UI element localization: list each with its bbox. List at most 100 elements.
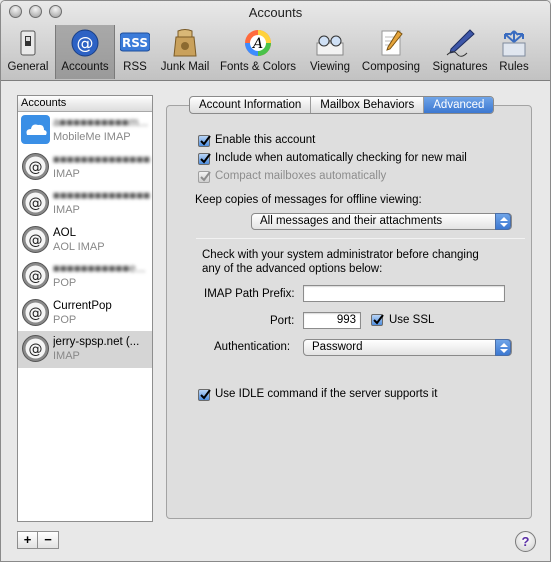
help-button[interactable]: ? xyxy=(515,531,536,552)
popup-arrows-icon xyxy=(495,213,511,230)
toolbar-general[interactable]: General xyxy=(3,25,53,79)
enable-account-checkbox[interactable] xyxy=(198,135,211,147)
account-row[interactable]: @ ■■■■■■■■■■■■■■ IMAP xyxy=(18,185,152,222)
tab-mailbox-behaviors[interactable]: Mailbox Behaviors xyxy=(310,97,423,113)
accounts-list-header: Accounts xyxy=(18,96,152,112)
toolbar-accounts[interactable]: @ Accounts xyxy=(55,25,115,79)
svg-text:RSS: RSS xyxy=(122,36,148,50)
toolbar-general-label: General xyxy=(7,61,49,73)
account-name: CurrentPop xyxy=(53,299,112,312)
junk-bag-icon xyxy=(173,29,197,57)
account-row[interactable]: @ ■■■■■■■■■■■e... POP xyxy=(18,258,152,295)
account-name: ■■■■■■■■■■■■■■ xyxy=(53,190,151,202)
account-type: IMAP xyxy=(53,167,80,180)
toolbar-fonts-colors-label: Fonts & Colors xyxy=(219,61,297,73)
at-sign-icon: @ xyxy=(71,29,99,57)
account-name: ■■■■■■■■■■■■■■ xyxy=(53,153,151,166)
pen-signature-icon xyxy=(446,29,475,57)
account-name: AOL xyxy=(53,226,77,239)
toolbar-composing[interactable]: Composing xyxy=(357,25,425,79)
checkmark-icon xyxy=(373,314,384,325)
toolbar-rules[interactable]: Rules xyxy=(493,25,535,79)
use-idle-label: Use IDLE command if the server supports … xyxy=(215,388,438,400)
account-type: POP xyxy=(53,277,77,289)
use-idle-checkbox[interactable] xyxy=(198,389,211,401)
tab-account-information[interactable]: Account Information xyxy=(190,97,310,113)
toolbar-composing-label: Composing xyxy=(361,61,421,73)
authentication-value: Password xyxy=(312,341,363,353)
svg-text:@: @ xyxy=(29,159,43,175)
toolbar-viewing-label: Viewing xyxy=(309,61,351,73)
accounts-list[interactable]: Accounts a■■■■■■■■■■m... MobileMe IMAP @… xyxy=(17,95,153,522)
account-name: a■■■■■■■■■■m... xyxy=(53,117,149,129)
account-name: jerry-spsp.net (... xyxy=(53,336,140,348)
account-type: POP xyxy=(53,313,77,326)
title-bar: Accounts xyxy=(1,1,550,23)
svg-text:@: @ xyxy=(29,305,43,321)
account-row[interactable]: @ ■■■■■■■■■■■■■■ IMAP xyxy=(18,149,152,186)
account-type: IMAP xyxy=(53,204,80,216)
svg-text:@: @ xyxy=(29,232,43,248)
admin-note-line-1: Check with your system administrator bef… xyxy=(202,249,479,261)
add-account-button[interactable]: + xyxy=(17,531,38,549)
checkmark-icon xyxy=(200,153,211,164)
checkmark-icon xyxy=(200,389,211,400)
tab-advanced[interactable]: Advanced xyxy=(423,97,494,113)
toolbar-viewing[interactable]: Viewing xyxy=(303,25,357,79)
accounts-window: Accounts General @ Accounts RSS RSS Junk… xyxy=(0,0,551,562)
pencil-paper-icon xyxy=(381,30,403,56)
at-sign-icon: @ xyxy=(22,152,49,180)
section-divider xyxy=(196,238,525,239)
svg-text:@: @ xyxy=(29,342,43,358)
mobileme-cloud-icon xyxy=(21,115,50,144)
rules-arrows-icon xyxy=(502,30,526,57)
account-type: MobileMe IMAP xyxy=(53,131,131,143)
imap-prefix-label: IMAP Path Prefix: xyxy=(204,288,295,300)
enable-account-label: Enable this account xyxy=(215,134,316,146)
port-input[interactable]: 993 xyxy=(303,312,361,329)
toolbar-junk-mail-label: Junk Mail xyxy=(160,61,210,73)
account-row[interactable]: a■■■■■■■■■■m... MobileMe IMAP xyxy=(18,112,152,149)
use-ssl-label: Use SSL xyxy=(389,314,435,326)
fonts-colors-icon: A xyxy=(245,30,271,56)
toolbar-junk-mail[interactable]: Junk Mail xyxy=(157,25,213,79)
toolbar-rss-label: RSS xyxy=(123,61,147,73)
toolbar-rules-label: Rules xyxy=(499,61,529,73)
rss-icon: RSS xyxy=(120,32,150,52)
account-row[interactable]: @ AOL AOL IMAP xyxy=(18,222,152,259)
at-sign-icon: @ xyxy=(22,189,49,216)
keep-copies-label: Keep copies of messages for offline view… xyxy=(195,194,422,206)
toolbar-signatures[interactable]: Signatures xyxy=(427,25,493,79)
keep-copies-popup[interactable]: All messages and their attachments xyxy=(251,213,512,230)
authentication-popup[interactable]: Password xyxy=(303,339,512,356)
remove-account-button[interactable]: − xyxy=(38,531,59,549)
admin-note-line-2: any of the advanced options below: xyxy=(202,263,383,275)
imap-prefix-input[interactable] xyxy=(303,285,505,302)
account-type: IMAP xyxy=(53,350,80,362)
toolbar-accounts-label: Accounts xyxy=(61,61,109,73)
toolbar: Accounts General @ Accounts RSS RSS Junk… xyxy=(1,1,550,81)
account-type: AOL IMAP xyxy=(53,240,105,253)
svg-text:@: @ xyxy=(29,196,43,212)
use-ssl-checkbox[interactable] xyxy=(371,314,384,326)
popup-arrows-icon xyxy=(495,339,511,356)
checkmark-icon xyxy=(200,135,211,146)
compact-mailboxes-checkbox[interactable] xyxy=(198,171,211,183)
settings-tabs: Account Information Mailbox Behaviors Ad… xyxy=(189,96,495,114)
at-sign-icon: @ xyxy=(22,335,49,362)
svg-text:A: A xyxy=(251,36,263,52)
include-checking-checkbox[interactable] xyxy=(198,153,211,165)
account-row-selected[interactable]: @ jerry-spsp.net (... IMAP xyxy=(18,331,152,368)
svg-text:@: @ xyxy=(77,34,94,54)
keep-copies-value: All messages and their attachments xyxy=(260,215,443,227)
toolbar-rss[interactable]: RSS RSS xyxy=(115,25,155,79)
general-switch-icon xyxy=(20,30,36,56)
at-sign-icon: @ xyxy=(22,298,49,326)
authentication-label: Authentication: xyxy=(214,341,291,353)
account-row[interactable]: @ CurrentPop POP xyxy=(18,295,152,332)
account-name: ■■■■■■■■■■■e... xyxy=(53,263,146,275)
toolbar-fonts-colors[interactable]: A Fonts & Colors xyxy=(215,25,301,79)
port-label: Port: xyxy=(270,315,295,327)
account-add-remove: + − xyxy=(17,531,59,549)
toolbar-signatures-label: Signatures xyxy=(432,61,488,73)
